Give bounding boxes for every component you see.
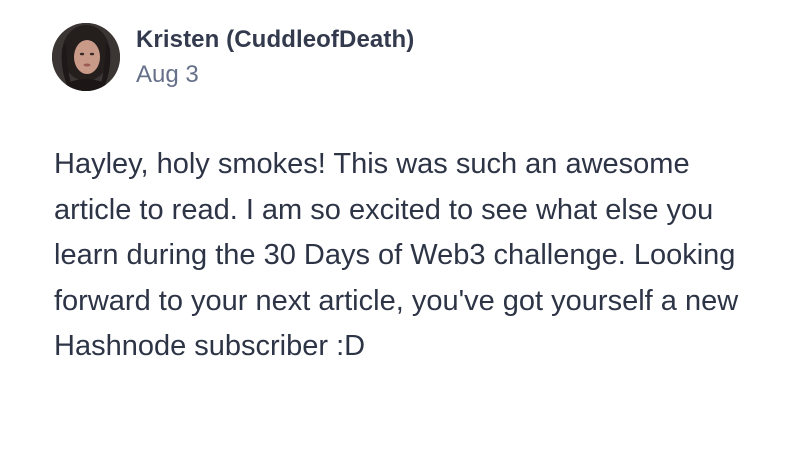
- comment-text: Hayley, holy smokes! This was such an aw…: [54, 148, 739, 363]
- comment-card: Kristen (CuddleofDeath) Aug 3 Hayley, ho…: [0, 0, 800, 452]
- comment-date[interactable]: Aug 3: [136, 59, 414, 91]
- avatar-photo-icon: [52, 23, 120, 91]
- author-avatar[interactable]: [52, 23, 120, 91]
- author-block: Kristen (CuddleofDeath) Aug 3: [136, 24, 414, 91]
- comment-header: Kristen (CuddleofDeath) Aug 3: [52, 22, 414, 92]
- author-name[interactable]: Kristen (CuddleofDeath): [136, 24, 414, 56]
